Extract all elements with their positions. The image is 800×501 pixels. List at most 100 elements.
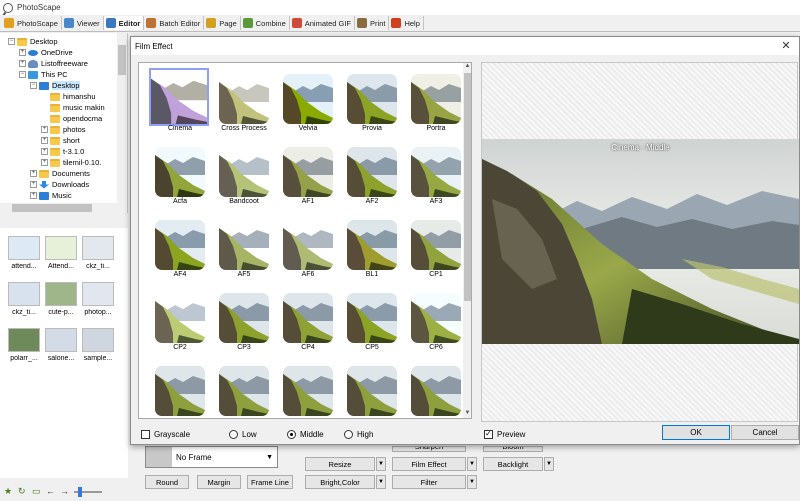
- effect-cell[interactable]: Provia: [340, 65, 404, 137]
- effect-cell[interactable]: AF2: [340, 138, 404, 210]
- expand-icon[interactable]: +: [41, 159, 48, 166]
- tab-animated-gif[interactable]: Animated GIF: [290, 16, 356, 30]
- ok-button[interactable]: OK: [662, 425, 730, 440]
- thumbnail-item[interactable]: Attend...: [45, 236, 79, 281]
- effect-cell[interactable]: BL1: [340, 211, 404, 283]
- tab-print[interactable]: Print: [355, 16, 390, 30]
- tree-item[interactable]: + tilemil-0.10.: [41, 157, 101, 168]
- thumbnail-item[interactable]: salone...: [45, 328, 79, 373]
- expand-icon[interactable]: +: [30, 181, 37, 188]
- tree-item[interactable]: + Listoffreeware: [19, 58, 88, 69]
- thumbnail-item[interactable]: cute-p...: [45, 282, 79, 327]
- thumbnail-item[interactable]: attend...: [8, 236, 42, 281]
- tree-item[interactable]: + Music: [30, 190, 72, 201]
- preview-check-box[interactable]: [484, 429, 493, 439]
- collapse-icon[interactable]: −: [8, 38, 15, 45]
- favorite-star-icon[interactable]: ★: [4, 487, 13, 496]
- effect-grid-scroll-thumb[interactable]: [464, 73, 471, 301]
- tree-item[interactable]: + t-3.1.0: [41, 146, 84, 157]
- effect-cell[interactable]: CP4: [276, 284, 340, 356]
- tab-help[interactable]: Help: [389, 16, 424, 30]
- film-effect-dropdown-arrow[interactable]: ▼: [467, 457, 477, 471]
- effect-cell[interactable]: Acfa: [148, 138, 212, 210]
- bloom-button[interactable]: Bloom: [483, 446, 543, 452]
- expand-icon[interactable]: +: [19, 60, 26, 67]
- tree-item[interactable]: + Documents: [30, 168, 90, 179]
- cancel-button[interactable]: Cancel: [731, 425, 799, 440]
- backlight-button[interactable]: Backlight: [483, 457, 543, 471]
- high-radio[interactable]: High: [344, 430, 373, 439]
- filter-button[interactable]: Filter: [392, 475, 466, 489]
- forward-arrow-icon[interactable]: →: [60, 487, 69, 496]
- expand-icon[interactable]: +: [41, 126, 48, 133]
- effect-cell[interactable]: Cinema: [148, 65, 212, 137]
- scroll-up-icon[interactable]: ▲: [463, 63, 471, 71]
- thumbnail-size-slider[interactable]: [74, 486, 102, 497]
- low-radio-circle[interactable]: [229, 430, 238, 439]
- round-button[interactable]: Round: [145, 475, 189, 489]
- collapse-icon[interactable]: −: [30, 82, 37, 89]
- effect-cell[interactable]: CP3: [212, 284, 276, 356]
- thumbnail-item[interactable]: ckz_ti...: [82, 236, 116, 281]
- effect-cell[interactable]: CP5: [340, 284, 404, 356]
- tab-combine[interactable]: Combine: [241, 16, 290, 30]
- tree-vertical-scroll-thumb[interactable]: [118, 45, 126, 75]
- effect-cell[interactable]: [212, 357, 276, 418]
- tree-vertical-scrollbar[interactable]: [117, 33, 127, 213]
- tree-item[interactable]: + short: [41, 135, 80, 146]
- frame-line-button[interactable]: Frame Line: [247, 475, 293, 489]
- open-folder-icon[interactable]: ▭: [32, 487, 41, 496]
- resize-dropdown-arrow[interactable]: ▼: [376, 457, 386, 471]
- scroll-down-icon[interactable]: ▼: [463, 410, 471, 418]
- tree-item[interactable]: music makin: [41, 102, 105, 113]
- thumbnail-item[interactable]: ckz_ti...: [8, 282, 42, 327]
- sharpen-button[interactable]: Sharpen: [392, 446, 466, 452]
- tree-item[interactable]: − This PC: [19, 69, 68, 80]
- tree-horizontal-scroll-thumb[interactable]: [12, 204, 92, 212]
- filter-dropdown-arrow[interactable]: ▼: [467, 475, 477, 489]
- effect-cell[interactable]: [404, 357, 468, 418]
- tree-item[interactable]: − Desktop: [30, 80, 80, 91]
- effect-cell[interactable]: Velvia: [276, 65, 340, 137]
- margin-button[interactable]: Margin: [197, 475, 241, 489]
- thumbnail-item[interactable]: sample...: [82, 328, 116, 373]
- backlight-dropdown-arrow[interactable]: ▼: [544, 457, 554, 471]
- effect-cell[interactable]: Portra: [404, 65, 468, 137]
- refresh-icon[interactable]: ↻: [18, 487, 27, 496]
- tree-item[interactable]: himanshu: [41, 91, 96, 102]
- slider-knob[interactable]: [78, 486, 82, 497]
- tab-editor[interactable]: Editor: [103, 16, 145, 30]
- tab-photoscape[interactable]: PhotoScape: [2, 16, 62, 30]
- low-radio[interactable]: Low: [229, 430, 257, 439]
- preview-checkbox[interactable]: Preview: [484, 429, 525, 439]
- effect-cell[interactable]: Bandcoot: [212, 138, 276, 210]
- effect-cell[interactable]: CP2: [148, 284, 212, 356]
- bright-color-dropdown-arrow[interactable]: ▼: [376, 475, 386, 489]
- tree-item[interactable]: + photos: [41, 124, 86, 135]
- expand-icon[interactable]: +: [41, 137, 48, 144]
- effect-cell[interactable]: CP6: [404, 284, 468, 356]
- resize-button[interactable]: Resize: [305, 457, 375, 471]
- effect-cell[interactable]: [340, 357, 404, 418]
- grayscale-check-box[interactable]: [141, 430, 150, 439]
- effect-cell[interactable]: [148, 357, 212, 418]
- collapse-icon[interactable]: −: [19, 71, 26, 78]
- folder-tree[interactable]: − Desktop + OneDrive + Listoffreeware − This PC…: [0, 33, 128, 213]
- effect-cell[interactable]: AF4: [148, 211, 212, 283]
- middle-radio[interactable]: Middle: [287, 430, 324, 439]
- thumbnail-item[interactable]: polarr_...: [8, 328, 42, 373]
- film-effect-button[interactable]: Film Effect: [392, 457, 466, 471]
- effect-cell[interactable]: [276, 357, 340, 418]
- high-radio-circle[interactable]: [344, 430, 353, 439]
- middle-radio-circle[interactable]: [287, 430, 296, 439]
- effect-grid-scrollbar[interactable]: ▲ ▼: [463, 63, 471, 418]
- effect-cell[interactable]: AF6: [276, 211, 340, 283]
- tab-viewer[interactable]: Viewer: [62, 16, 104, 30]
- bright-color-button[interactable]: Bright,Color: [305, 475, 375, 489]
- tree-item[interactable]: − Desktop: [8, 36, 58, 47]
- expand-icon[interactable]: +: [30, 170, 37, 177]
- tab-page[interactable]: Page: [204, 16, 241, 30]
- tree-item[interactable]: opendocma: [41, 113, 102, 124]
- tree-item[interactable]: + Downloads: [30, 179, 89, 190]
- grayscale-checkbox[interactable]: Grayscale: [141, 430, 190, 439]
